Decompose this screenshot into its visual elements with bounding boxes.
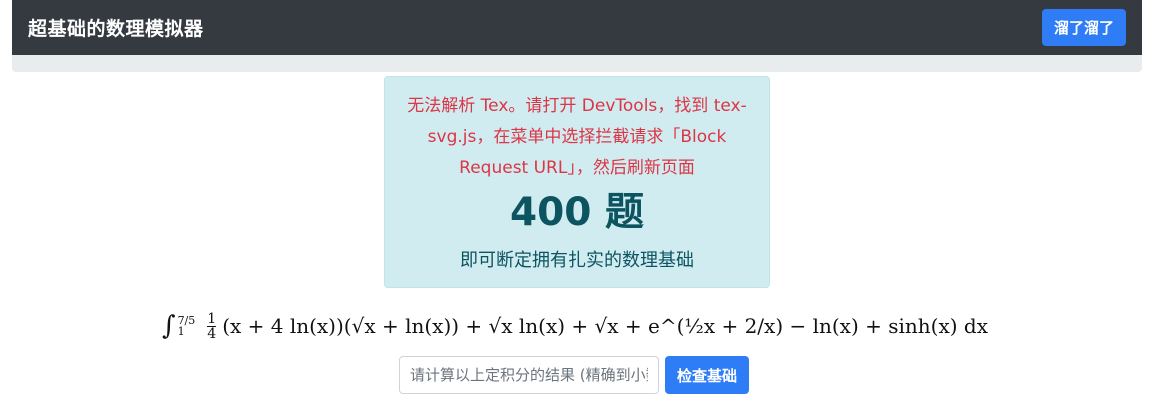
coefficient-numerator: 1 bbox=[207, 310, 217, 327]
app-title: 超基础的数理模拟器 bbox=[28, 18, 204, 40]
question-count: 400 题 bbox=[510, 190, 644, 235]
info-alert: 无法解析 Tex。请打开 DevTools，找到 tex-svg.js，在菜单中… bbox=[384, 76, 770, 288]
integral-limits: 7/5 1 bbox=[178, 315, 196, 337]
integral-formula: ∫ 7/5 1 1 4 (x + 4 ln(x))(√x + ln(x)) + … bbox=[0, 300, 1150, 352]
check-button[interactable]: 检查基础 bbox=[665, 356, 750, 394]
integral-sign: ∫ bbox=[162, 311, 176, 341]
navbar: 超基础的数理模拟器 溜了溜了 bbox=[12, 0, 1142, 55]
integrand: (x + 4 ln(x))(√x + ln(x)) + √x ln(x) + √… bbox=[222, 314, 988, 338]
answer-input[interactable] bbox=[399, 356, 659, 394]
coefficient-denominator: 4 bbox=[207, 325, 217, 342]
coefficient-fraction: 1 4 bbox=[207, 310, 217, 342]
lower-limit: 1 bbox=[177, 325, 185, 338]
quit-button[interactable]: 溜了溜了 bbox=[1041, 9, 1126, 46]
answer-row: 检查基础 bbox=[399, 356, 750, 394]
navbar-bottom-bar bbox=[12, 55, 1142, 72]
tex-error-message: 无法解析 Tex。请打开 DevTools，找到 tex-svg.js，在菜单中… bbox=[407, 96, 747, 178]
alert-subtitle: 即可断定拥有扎实的数理基础 bbox=[460, 250, 694, 271]
